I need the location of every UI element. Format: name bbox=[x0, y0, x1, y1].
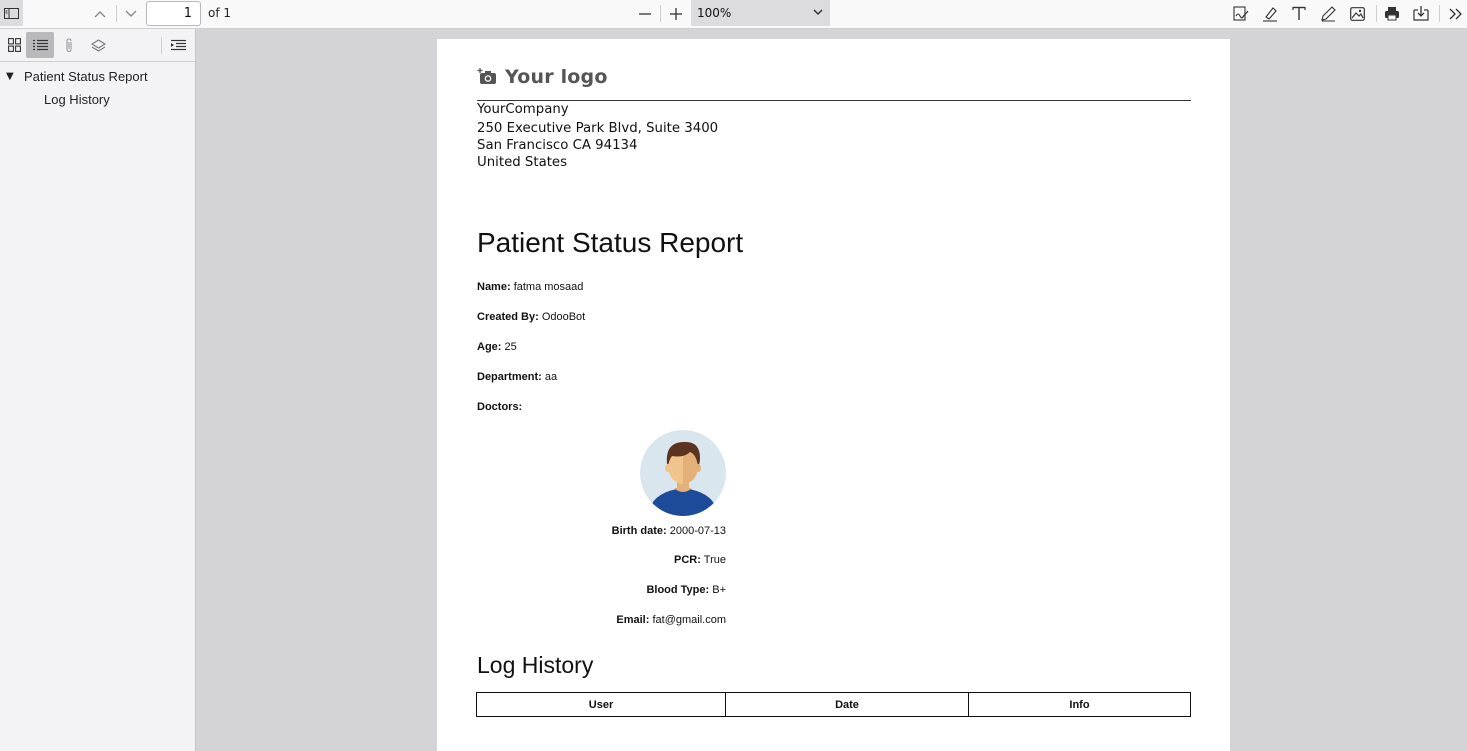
blood-type-field: Blood Type: B+ bbox=[476, 584, 726, 596]
thumbnails-view-icon[interactable] bbox=[0, 32, 28, 58]
toolbar-divider bbox=[1376, 5, 1377, 22]
text-icon[interactable] bbox=[1289, 4, 1309, 23]
field-value: aa bbox=[544, 371, 558, 383]
column-header-date: Date bbox=[725, 692, 969, 717]
toolbar-divider bbox=[116, 5, 117, 22]
chevron-down-icon bbox=[813, 9, 823, 16]
pdf-page: Your logo YourCompany 250 Executive Park… bbox=[437, 39, 1230, 751]
company-logo: Your logo bbox=[477, 57, 619, 97]
outline-item-patient-status-report[interactable]: Patient Status Report bbox=[24, 69, 148, 84]
pcr-field: PCR: True bbox=[476, 554, 726, 566]
layers-view-icon[interactable] bbox=[84, 32, 112, 58]
company-address-line1: 250 Executive Park Blvd, Suite 3400 bbox=[477, 121, 719, 136]
highlight-icon[interactable] bbox=[1260, 4, 1280, 23]
draw-icon[interactable] bbox=[1318, 4, 1338, 23]
pdf-toolbar: of 1 100% bbox=[0, 0, 1467, 29]
email-field: Email: fat@gmail.com bbox=[476, 614, 726, 626]
field-label: Email: bbox=[616, 614, 650, 626]
company-address-line2: San Francisco CA 94134 bbox=[477, 138, 638, 153]
log-history-table: User Date Info bbox=[476, 692, 1191, 717]
field-value: B+ bbox=[712, 584, 726, 596]
sidebar-toolbar-divider bbox=[0, 61, 195, 62]
field-label: PCR: bbox=[674, 554, 701, 566]
header-rule bbox=[477, 100, 1191, 101]
field-label: Blood Type: bbox=[646, 584, 710, 596]
table-header-row: User Date Info bbox=[476, 692, 1191, 717]
save-icon[interactable] bbox=[1411, 4, 1431, 23]
field-value: fat@gmail.com bbox=[652, 614, 726, 626]
log-history-title: Log History bbox=[477, 652, 594, 678]
page-count-label: of 1 bbox=[208, 6, 232, 20]
attachments-view-icon[interactable] bbox=[55, 32, 83, 58]
department-field: Department: aa bbox=[477, 371, 557, 383]
outline-view-icon[interactable] bbox=[26, 32, 54, 58]
column-header-info: Info bbox=[968, 692, 1191, 717]
sidebar-divider bbox=[161, 37, 162, 54]
print-icon[interactable] bbox=[1382, 4, 1402, 23]
more-tools-icon[interactable] bbox=[1446, 4, 1466, 23]
created-by-field: Created By: OdooBot bbox=[477, 311, 585, 323]
outline-sidebar: ▼ Patient Status Report Log History bbox=[0, 29, 196, 751]
field-label: Doctors: bbox=[477, 401, 523, 413]
company-country: United States bbox=[477, 155, 568, 170]
toolbar-divider bbox=[1439, 5, 1440, 22]
age-field: Age: 25 bbox=[477, 341, 517, 353]
expand-arrow-icon[interactable]: ▼ bbox=[6, 71, 14, 82]
person-avatar-icon bbox=[648, 441, 718, 516]
camera-plus-icon bbox=[477, 68, 496, 84]
zoom-in-icon[interactable] bbox=[667, 5, 685, 22]
company-name: YourCompany bbox=[477, 102, 569, 117]
zoom-out-icon[interactable] bbox=[636, 5, 654, 22]
field-value: 25 bbox=[504, 341, 517, 353]
zoom-value: 100% bbox=[697, 6, 732, 20]
field-value: fatma mosaad bbox=[513, 281, 584, 293]
image-icon[interactable] bbox=[1347, 4, 1367, 23]
current-outline-item-icon[interactable] bbox=[164, 32, 192, 58]
report-title: Patient Status Report bbox=[477, 227, 744, 258]
previous-page-icon[interactable] bbox=[90, 5, 110, 22]
field-label: Name: bbox=[477, 281, 511, 293]
doctors-field: Doctors: bbox=[477, 401, 522, 413]
field-label: Created By: bbox=[477, 311, 539, 323]
logo-text: Your logo bbox=[505, 66, 608, 88]
field-label: Department: bbox=[477, 371, 542, 383]
signature-icon[interactable] bbox=[1231, 4, 1251, 23]
field-value: OdooBot bbox=[541, 311, 586, 323]
field-label: Age: bbox=[477, 341, 502, 353]
next-page-icon[interactable] bbox=[121, 5, 141, 22]
outline-item-log-history[interactable]: Log History bbox=[44, 92, 110, 107]
patient-name-field: Name: fatma mosaad bbox=[477, 281, 583, 293]
column-header-user: User bbox=[476, 692, 726, 717]
birth-date-field: Birth date: 2000-07-13 bbox=[476, 525, 726, 537]
field-value: 2000-07-13 bbox=[669, 525, 726, 537]
field-label: Birth date: bbox=[611, 525, 667, 537]
field-value: True bbox=[703, 554, 726, 566]
toolbar-divider bbox=[660, 5, 661, 22]
zoom-select[interactable]: 100% bbox=[691, 0, 830, 26]
sidebar-toggle-icon[interactable] bbox=[0, 0, 23, 26]
doctor-avatar bbox=[640, 430, 726, 516]
page-number-input[interactable] bbox=[146, 1, 201, 26]
